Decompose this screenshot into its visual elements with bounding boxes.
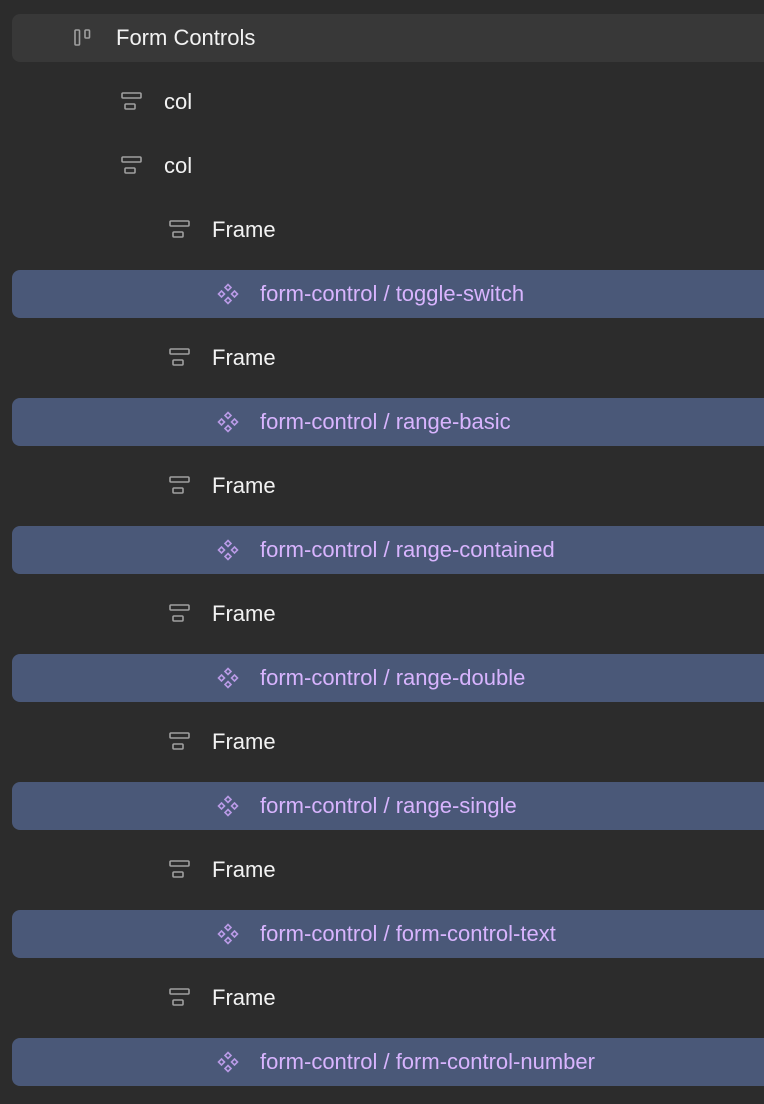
layer-label: col (164, 153, 193, 178)
auto-layout-vertical-icon (168, 858, 192, 882)
layer-label: Frame (212, 473, 276, 498)
layer-label: Frame (212, 217, 276, 242)
layer-row-col[interactable]: col (12, 142, 764, 190)
auto-layout-horizontal-icon (72, 26, 96, 50)
layer-label: form-control / range-basic (260, 409, 511, 434)
layer-row-col[interactable]: col (12, 78, 764, 126)
layer-row-frame[interactable]: Frame (12, 846, 764, 894)
layer-label: Frame (212, 985, 276, 1010)
layer-row-frame[interactable]: Frame (12, 462, 764, 510)
component-instance-icon (216, 794, 240, 818)
layer-row-component[interactable]: form-control / range-single (12, 782, 764, 830)
auto-layout-vertical-icon (168, 218, 192, 242)
layer-row-component[interactable]: form-control / form-control-number (12, 1038, 764, 1086)
layer-row-frame[interactable]: Frame (12, 718, 764, 766)
auto-layout-vertical-icon (168, 346, 192, 370)
layer-row-frame[interactable]: Frame (12, 334, 764, 382)
layer-row-frame[interactable]: Frame (12, 206, 764, 254)
layer-label: form-control / range-contained (260, 537, 555, 562)
layer-label: Frame (212, 857, 276, 882)
layer-row-frame[interactable]: Frame (12, 974, 764, 1022)
component-instance-icon (216, 666, 240, 690)
layer-label: form-control / range-double (260, 665, 526, 690)
auto-layout-vertical-icon (168, 986, 192, 1010)
component-instance-icon (216, 1050, 240, 1074)
layer-label: form-control / toggle-switch (260, 281, 525, 306)
layer-row-component[interactable]: form-control / form-control-text (12, 910, 764, 958)
auto-layout-vertical-icon (168, 730, 192, 754)
layer-label: Frame (212, 601, 276, 626)
layer-row-component[interactable]: form-control / range-double (12, 654, 764, 702)
component-instance-icon (216, 410, 240, 434)
layer-label: form-control / range-single (260, 793, 517, 818)
layer-label: col (164, 89, 193, 114)
auto-layout-vertical-icon (120, 154, 144, 178)
component-instance-icon (216, 282, 240, 306)
layer-row-component[interactable]: form-control / toggle-switch (12, 270, 764, 318)
auto-layout-vertical-icon (168, 474, 192, 498)
layer-label: form-control / form-control-number (260, 1049, 595, 1074)
layer-row-component[interactable]: form-control / range-contained (12, 526, 764, 574)
component-instance-icon (216, 922, 240, 946)
layer-label: form-control / form-control-text (260, 921, 556, 946)
layer-row-component[interactable]: form-control / range-basic (12, 398, 764, 446)
layers-panel: Form Controls col col Frame form-control… (0, 0, 764, 1104)
layer-row-form-controls[interactable]: Form Controls (12, 14, 764, 62)
auto-layout-vertical-icon (120, 90, 144, 114)
layer-label: Frame (212, 345, 276, 370)
layer-row-frame[interactable]: Frame (12, 590, 764, 638)
auto-layout-vertical-icon (168, 602, 192, 626)
layer-label: Frame (212, 729, 276, 754)
layer-label: Form Controls (116, 25, 256, 50)
component-instance-icon (216, 538, 240, 562)
